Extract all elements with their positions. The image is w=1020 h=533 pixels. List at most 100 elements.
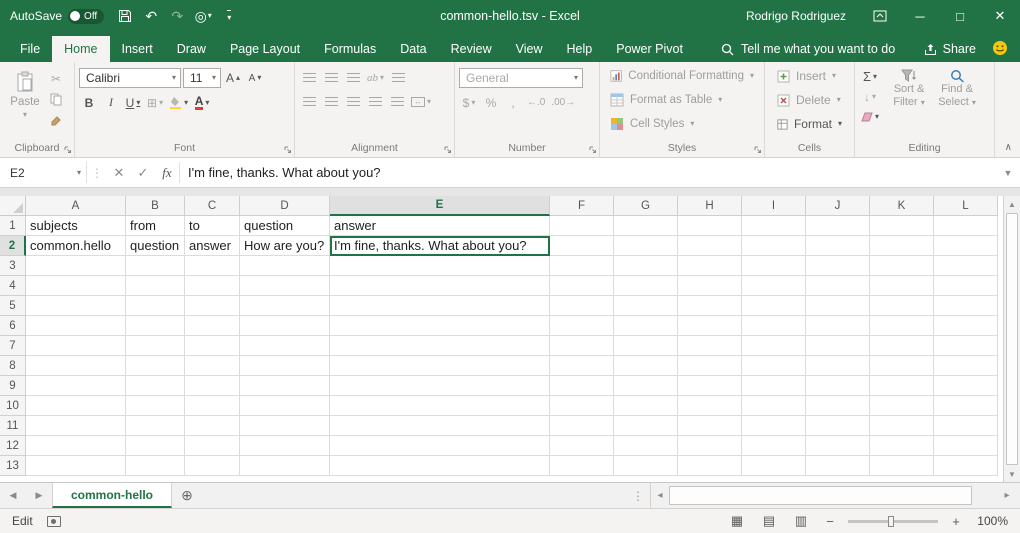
cell-D11[interactable] — [240, 416, 330, 436]
middle-align-button[interactable] — [321, 68, 341, 87]
touch-mouse-mode-button[interactable]: ◎▾ — [192, 4, 214, 28]
expand-formula-bar-button[interactable]: ▼ — [996, 158, 1020, 187]
center-button[interactable] — [321, 92, 341, 111]
cell-H3[interactable] — [678, 256, 742, 276]
scroll-up-button[interactable]: ▲ — [1004, 196, 1020, 212]
cell-E5[interactable] — [330, 296, 550, 316]
cell-I7[interactable] — [742, 336, 806, 356]
cell-D3[interactable] — [240, 256, 330, 276]
cell-L6[interactable] — [934, 316, 998, 336]
decrease-font-size-button[interactable]: A▾ — [245, 69, 265, 88]
cell-K13[interactable] — [870, 456, 934, 476]
row-header-13[interactable]: 13 — [0, 456, 26, 476]
cell-A11[interactable] — [26, 416, 126, 436]
cell-I9[interactable] — [742, 376, 806, 396]
cell-C6[interactable] — [185, 316, 240, 336]
cell-D7[interactable] — [240, 336, 330, 356]
select-all-button[interactable] — [0, 196, 26, 216]
cell-H6[interactable] — [678, 316, 742, 336]
top-align-button[interactable] — [299, 68, 319, 87]
zoom-out-button[interactable]: − — [822, 514, 838, 529]
close-button[interactable]: ✕ — [980, 0, 1020, 32]
tab-insert[interactable]: Insert — [110, 36, 165, 62]
confirm-entry-button[interactable]: ✓ — [131, 158, 155, 187]
cell-F13[interactable] — [550, 456, 614, 476]
tab-view[interactable]: View — [504, 36, 555, 62]
row-header-10[interactable]: 10 — [0, 396, 26, 416]
format-cells-button[interactable]: Format▾ — [769, 112, 850, 136]
tab-help[interactable]: Help — [555, 36, 605, 62]
column-header-I[interactable]: I — [742, 196, 806, 216]
cell-E8[interactable] — [330, 356, 550, 376]
cell-styles-button[interactable]: Cell Styles▾ — [604, 112, 760, 136]
tab-formulas[interactable]: Formulas — [312, 36, 388, 62]
cell-J8[interactable] — [806, 356, 870, 376]
undo-button[interactable]: ↶ — [140, 4, 162, 28]
cell-C10[interactable] — [185, 396, 240, 416]
find-select-button[interactable]: Find & Select ▾ — [933, 65, 981, 109]
cell-K11[interactable] — [870, 416, 934, 436]
cell-L8[interactable] — [934, 356, 998, 376]
cell-B4[interactable] — [126, 276, 185, 296]
alignment-dialog-launcher-icon[interactable] — [444, 146, 452, 154]
cell-C5[interactable] — [185, 296, 240, 316]
font-size-combo[interactable]: 11▾ — [183, 68, 221, 88]
cell-D10[interactable] — [240, 396, 330, 416]
cell-A1[interactable]: subjects — [26, 216, 126, 236]
tab-home[interactable]: Home — [52, 36, 109, 62]
cell-K2[interactable] — [870, 236, 934, 256]
scroll-down-button[interactable]: ▼ — [1004, 466, 1020, 482]
cell-B10[interactable] — [126, 396, 185, 416]
currency-format-button[interactable]: $▾ — [459, 93, 479, 112]
tell-me-box[interactable]: Tell me what you want to do — [721, 36, 895, 62]
cell-A13[interactable] — [26, 456, 126, 476]
cell-G5[interactable] — [614, 296, 678, 316]
merge-center-button[interactable]: ↔▾ — [409, 92, 433, 111]
redo-button[interactable]: ↷ — [166, 4, 188, 28]
cell-L12[interactable] — [934, 436, 998, 456]
cell-D12[interactable] — [240, 436, 330, 456]
cell-E3[interactable] — [330, 256, 550, 276]
font-color-button[interactable]: A▾ — [192, 93, 212, 112]
tab-splitter-handle[interactable]: ⋮ — [626, 483, 650, 508]
cell-C4[interactable] — [185, 276, 240, 296]
number-dialog-launcher-icon[interactable] — [589, 146, 597, 154]
column-header-K[interactable]: K — [870, 196, 934, 216]
row-header-6[interactable]: 6 — [0, 316, 26, 336]
zoom-in-button[interactable]: + — [948, 514, 964, 529]
cell-I12[interactable] — [742, 436, 806, 456]
cell-C3[interactable] — [185, 256, 240, 276]
cell-K5[interactable] — [870, 296, 934, 316]
cell-F6[interactable] — [550, 316, 614, 336]
cell-B1[interactable]: from — [126, 216, 185, 236]
scroll-right-button[interactable]: ▸ — [998, 490, 1016, 501]
cell-J12[interactable] — [806, 436, 870, 456]
cell-E9[interactable] — [330, 376, 550, 396]
cell-A12[interactable] — [26, 436, 126, 456]
cell-I1[interactable] — [742, 216, 806, 236]
cell-K3[interactable] — [870, 256, 934, 276]
cell-D1[interactable]: question — [240, 216, 330, 236]
font-name-combo[interactable]: Calibri▾ — [79, 68, 181, 88]
cell-E13[interactable] — [330, 456, 550, 476]
cell-D4[interactable] — [240, 276, 330, 296]
cell-H13[interactable] — [678, 456, 742, 476]
row-header-1[interactable]: 1 — [0, 216, 26, 236]
cell-F2[interactable] — [550, 236, 614, 256]
decrease-indent-button[interactable] — [365, 92, 385, 111]
cell-A2[interactable]: common.hello — [26, 236, 126, 256]
cell-G7[interactable] — [614, 336, 678, 356]
column-header-C[interactable]: C — [185, 196, 240, 216]
cell-L11[interactable] — [934, 416, 998, 436]
italic-button[interactable]: I — [101, 93, 121, 112]
column-header-H[interactable]: H — [678, 196, 742, 216]
horizontal-scroll-track[interactable] — [669, 483, 998, 508]
cell-I5[interactable] — [742, 296, 806, 316]
cell-H8[interactable] — [678, 356, 742, 376]
cell-I2[interactable] — [742, 236, 806, 256]
row-header-4[interactable]: 4 — [0, 276, 26, 296]
cell-A5[interactable] — [26, 296, 126, 316]
cell-B13[interactable] — [126, 456, 185, 476]
vertical-scroll-thumb[interactable] — [1006, 213, 1018, 465]
orientation-button[interactable]: ab▾ — [365, 68, 386, 87]
